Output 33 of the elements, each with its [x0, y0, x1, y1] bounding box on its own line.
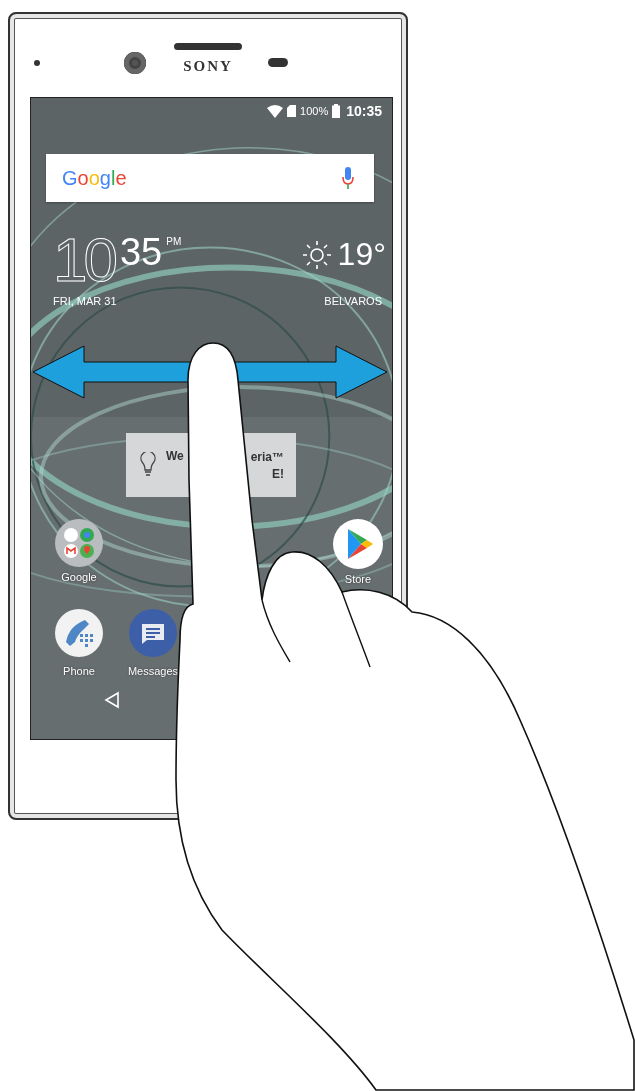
messages-app-icon[interactable]	[129, 609, 177, 657]
brand-logo: SONY	[183, 57, 233, 75]
app-label: Store	[344, 573, 372, 585]
camera-icon	[124, 51, 146, 74]
app-label: Phone	[63, 665, 95, 677]
wifi-icon	[267, 104, 284, 118]
microphone-icon[interactable]	[342, 167, 354, 189]
temperature: 19°	[337, 236, 386, 273]
app-folder-icon[interactable]	[55, 519, 103, 567]
speaker-grille	[174, 42, 242, 50]
clock-ampm: PM	[166, 236, 182, 247]
clock-minute: 35	[119, 230, 163, 274]
clock-hour: 10	[53, 230, 114, 290]
status-time: 10:35	[346, 103, 382, 119]
app-label: Messages	[127, 665, 179, 677]
clock-date: FRI, MAR 31	[53, 295, 117, 307]
play-store-icon[interactable]	[333, 519, 383, 569]
sensor-dot	[34, 59, 40, 66]
battery-icon	[332, 104, 341, 118]
welcome-text: E!	[272, 466, 284, 481]
sensor-pill	[268, 58, 288, 67]
phone-app-icon[interactable]	[55, 609, 103, 657]
sun-icon	[301, 239, 332, 270]
battery-percent: 100%	[300, 105, 329, 117]
lightbulb-icon	[140, 452, 156, 478]
app-label: Google	[61, 571, 97, 583]
search-bar[interactable]: Google	[46, 154, 374, 202]
welcome-text: We	[166, 449, 184, 463]
welcome-text: eria™	[250, 449, 284, 464]
google-logo: Google	[62, 166, 127, 190]
back-icon[interactable]	[103, 691, 121, 709]
weather-location: BELVAROS	[324, 295, 382, 307]
sim-card-icon	[287, 105, 297, 117]
